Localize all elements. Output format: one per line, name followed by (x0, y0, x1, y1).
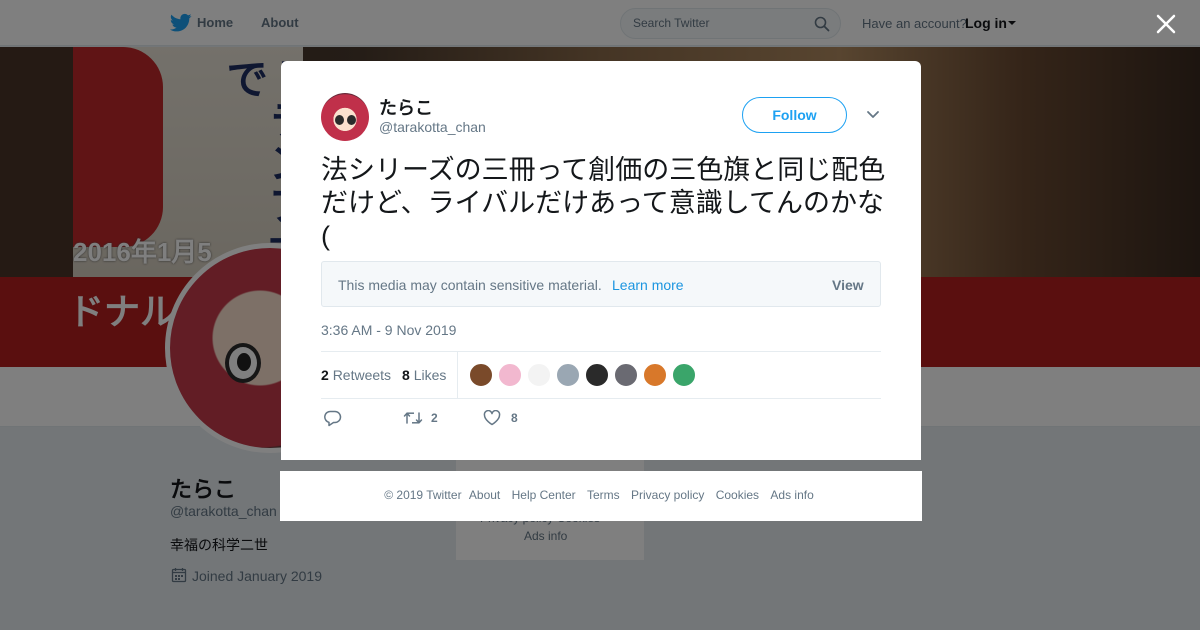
footer-terms-link[interactable]: Terms (587, 488, 620, 502)
liker-avatar[interactable] (614, 363, 638, 387)
footer-cookies-link[interactable]: Cookies (716, 488, 759, 502)
footer-ads-link[interactable]: Ads info (770, 488, 813, 502)
avatar-eye-right (347, 115, 356, 125)
likes-label: Likes (413, 367, 447, 383)
likes-count: 8 (402, 367, 410, 383)
retweet-count: 2 (431, 411, 438, 425)
likes-stat[interactable]: 8 Likes (402, 367, 446, 383)
close-icon[interactable] (1155, 13, 1177, 35)
liker-avatar[interactable] (643, 363, 667, 387)
liker-avatar[interactable] (498, 363, 522, 387)
retweet-icon (403, 412, 423, 424)
reply-icon (324, 410, 342, 427)
liker-avatar[interactable] (527, 363, 551, 387)
like-count: 8 (511, 411, 518, 425)
retweets-count: 2 (321, 367, 329, 383)
retweets-label: Retweets (332, 367, 392, 383)
tweet-modal: たらこ @tarakotta_chan Follow 法シリーズの三冊って創価の… (281, 61, 921, 460)
view-media-button[interactable]: View (832, 277, 864, 293)
modal-footer: © 2019 Twitter About Help Center Terms P… (280, 471, 922, 521)
tweet-author-handle[interactable]: @tarakotta_chan (379, 119, 486, 135)
learn-more-link[interactable]: Learn more (612, 277, 684, 293)
tweet-actions: 2 8 (321, 409, 621, 429)
avatar-eye-left (335, 115, 344, 125)
tweet-author-avatar[interactable] (321, 93, 369, 141)
like-icon (483, 410, 501, 426)
retweets-stat[interactable]: 2 Retweets (321, 367, 391, 383)
follow-button[interactable]: Follow (742, 97, 847, 133)
footer-help-link[interactable]: Help Center (512, 488, 576, 502)
reply-action[interactable] (324, 409, 354, 427)
sensitive-message: This media may contain sensitive materia… (338, 277, 602, 293)
footer-links: © 2019 Twitter About Help Center Terms P… (280, 488, 922, 502)
liker-avatar[interactable] (469, 363, 493, 387)
tweet-stats: 2 Retweets 8 Likes (321, 351, 881, 399)
tweet-text: 法シリーズの三冊って創価の三色旗と同じ配色だけど、ライバルだけあって意識してんの… (321, 155, 886, 251)
sensitive-media-notice: This media may contain sensitive materia… (321, 261, 881, 307)
liker-avatar[interactable] (556, 363, 580, 387)
liker-avatar[interactable] (585, 363, 609, 387)
retweet-action[interactable]: 2 (403, 409, 453, 427)
footer-about-link[interactable]: About (469, 488, 500, 502)
footer-copyright: © 2019 Twitter (384, 488, 462, 502)
liker-avatar[interactable] (672, 363, 696, 387)
footer-privacy-link[interactable]: Privacy policy (631, 488, 704, 502)
tweet-timestamp[interactable]: 3:36 AM - 9 Nov 2019 (321, 322, 456, 338)
tweet-author-name[interactable]: たらこ (379, 94, 433, 120)
like-action[interactable]: 8 (483, 409, 533, 427)
stats-divider (457, 352, 458, 399)
chevron-down-icon[interactable] (866, 110, 880, 120)
